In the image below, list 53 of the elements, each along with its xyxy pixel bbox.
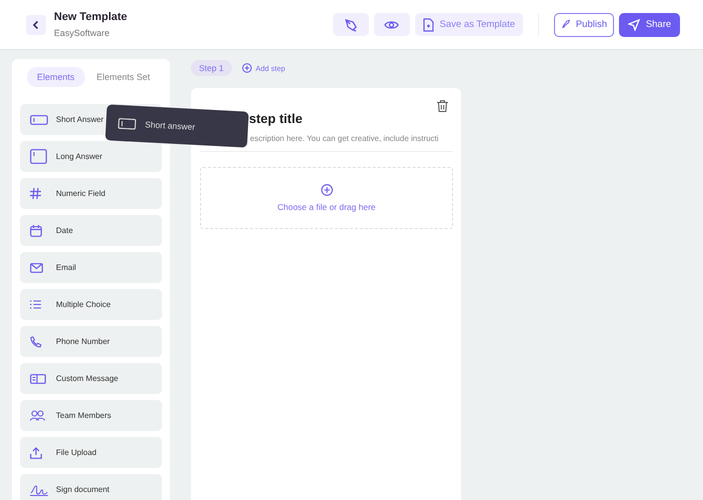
send-icon	[628, 18, 640, 30]
publish-button[interactable]: Publish	[554, 12, 614, 36]
textarea-icon	[30, 149, 47, 164]
element-item[interactable]: Custom Message	[20, 363, 162, 394]
element-item[interactable]: Long Answer	[20, 141, 162, 172]
back-icon	[32, 20, 40, 30]
message-icon	[30, 374, 46, 384]
hash-icon	[30, 188, 41, 199]
element-label: Date	[56, 226, 73, 235]
list-icon	[30, 300, 41, 309]
element-label: Team Members	[56, 411, 112, 420]
element-label: File Upload	[56, 448, 96, 457]
panel-tab[interactable]: Elements Set	[86, 67, 160, 87]
element-label: Phone Number	[56, 337, 110, 346]
element-label: Multiple Choice	[56, 300, 111, 309]
back-button[interactable]	[26, 14, 46, 34]
step-title[interactable]: step title	[249, 111, 302, 126]
element-item[interactable]: Phone Number	[20, 326, 162, 357]
upload-icon	[30, 446, 42, 458]
signature-icon	[30, 484, 48, 496]
dropzone-label: Choose a file or drag here	[277, 202, 376, 212]
element-item[interactable]: File Upload	[20, 437, 162, 468]
element-item[interactable]: Multiple Choice	[20, 289, 162, 320]
element-item[interactable]: Numeric Field	[20, 178, 162, 209]
trash-icon[interactable]	[437, 100, 448, 112]
element-item[interactable]: Date	[20, 215, 162, 246]
pen-icon	[344, 18, 358, 32]
template-title: New Template	[54, 11, 128, 23]
share-button[interactable]: Share	[619, 12, 680, 36]
calendar-icon	[30, 224, 42, 236]
eye-icon	[384, 18, 400, 30]
add-icon	[242, 63, 252, 73]
element-item[interactable]: Team Members	[20, 400, 162, 431]
file-icon	[422, 18, 434, 32]
step-description[interactable]: escription here. You can get creative, include instructi	[250, 133, 439, 145]
element-label: Short Answer	[56, 115, 104, 124]
team-icon	[30, 410, 45, 421]
input-icon	[118, 117, 136, 130]
phone-icon	[30, 336, 42, 348]
element-label: Email	[56, 263, 76, 272]
mail-icon	[30, 262, 43, 272]
preview-button[interactable]	[374, 13, 410, 36]
element-label: Long Answer	[56, 152, 102, 161]
template-subtitle: EasySoftware	[54, 28, 111, 38]
element-item[interactable]: Email	[20, 252, 162, 283]
element-label: Sign document	[56, 485, 110, 494]
file-dropzone[interactable]: Choose a file or drag here	[200, 167, 453, 229]
element-item[interactable]: Sign document	[20, 474, 162, 500]
element-label: Custom Message	[56, 374, 118, 383]
element-label: Numeric Field	[56, 189, 106, 198]
pen-button[interactable]	[332, 13, 369, 36]
input-icon	[30, 114, 48, 124]
add-icon	[320, 184, 332, 196]
